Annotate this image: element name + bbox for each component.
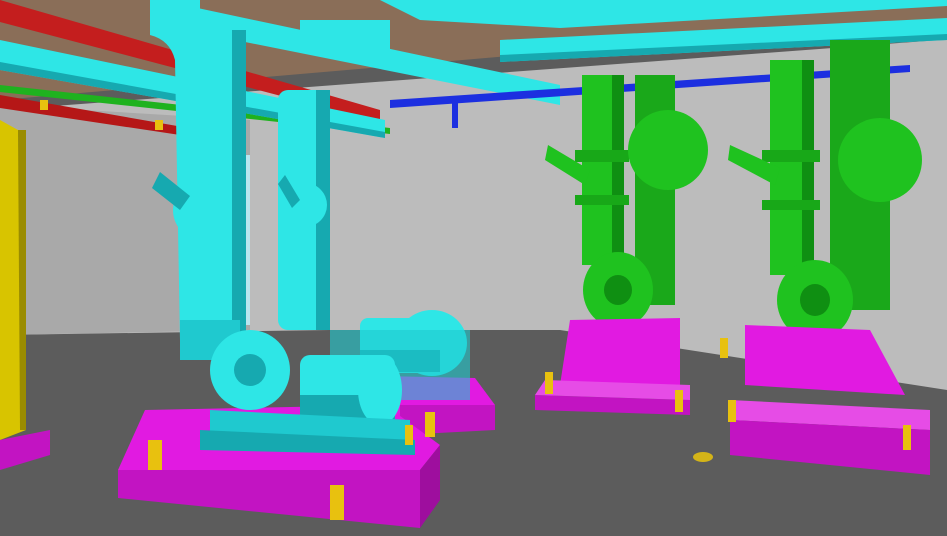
blue-pipe-drop [452,103,458,128]
gold-foot-r1 [545,372,553,394]
gold-foot-r2 [675,390,683,412]
gold-hanger-2 [155,120,163,130]
gold-foot-l3 [425,412,435,437]
gold-foot-r4 [728,400,736,422]
gold-foot-l2 [330,485,344,520]
gold-hanger-1 [40,100,48,110]
base-magenta-right-1 [560,318,680,390]
gold-foot-l4 [405,425,413,445]
gold-foot-r5 [903,425,911,450]
gold-foot-r3 [720,338,728,358]
scene-svg [0,0,947,536]
bim-pump-room-scene [0,0,947,536]
gold-foot-l1 [148,440,162,470]
floor-drain [693,452,713,462]
